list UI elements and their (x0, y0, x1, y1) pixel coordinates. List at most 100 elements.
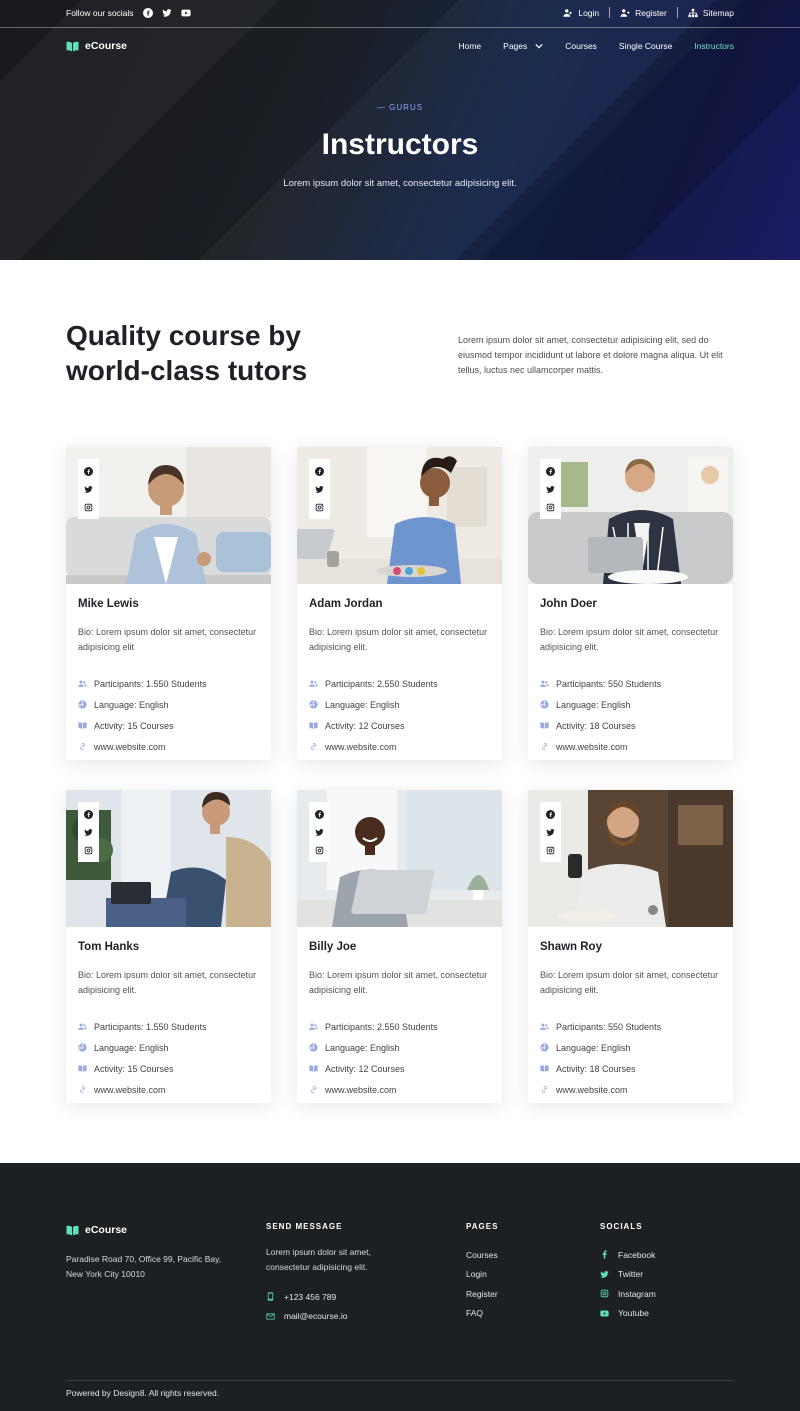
footer-social-twitter[interactable]: Twitter (600, 1265, 656, 1285)
sitemap-icon (688, 8, 698, 17)
twitter-icon[interactable] (546, 828, 555, 837)
activity-row: Activity: 15 Courses (78, 715, 263, 736)
language-row: Language: English (78, 694, 263, 715)
language-row: Language: English (309, 1037, 494, 1058)
footer-link-register[interactable]: Register (466, 1284, 498, 1304)
user-plus-icon (620, 8, 630, 17)
instructor-social-links (309, 459, 330, 519)
participants-text: Participants: 550 Students (556, 678, 662, 689)
footer-pages: PAGES Courses Login Register FAQ (466, 1222, 498, 1323)
activity-text: Activity: 18 Courses (556, 720, 636, 731)
instructor-social-links (78, 802, 99, 862)
website-text: www.website.com (94, 741, 166, 752)
login-link[interactable]: Login (553, 8, 609, 18)
participants-row: Participants: 2.550 Students (309, 673, 494, 694)
footer-link-courses[interactable]: Courses (466, 1245, 498, 1265)
hero-subtitle: Lorem ipsum dolor sit amet, consectetur … (283, 178, 517, 189)
website-row[interactable]: www.website.com (78, 1079, 263, 1100)
facebook-icon[interactable] (315, 466, 324, 476)
sitemap-label: Sitemap (702, 7, 734, 18)
instructor-social-links (309, 802, 330, 862)
instructor-card: Tom Hanks Bio: Lorem ipsum dolor sit ame… (66, 790, 271, 1103)
send-message-text: Lorem ipsum dolor sit amet, consectetur … (266, 1247, 371, 1272)
participants-text: Participants: 1.550 Students (94, 678, 207, 689)
activity-text: Activity: 15 Courses (94, 1063, 174, 1074)
website-row[interactable]: www.website.com (540, 1079, 725, 1100)
instructor-card: John Doer Bio: Lorem ipsum dolor sit ame… (528, 447, 733, 760)
instructor-name[interactable]: Adam Jordan (309, 598, 383, 610)
phone-row[interactable]: +123 456 789 (266, 1287, 416, 1307)
sitemap-link[interactable]: Sitemap (678, 8, 734, 18)
footer-social-facebook[interactable]: Facebook (600, 1245, 656, 1265)
users-icon (540, 1023, 549, 1030)
facebook-icon[interactable] (315, 809, 324, 819)
nav-pages-label: Pages (503, 41, 528, 51)
footer-social-youtube[interactable]: Youtube (600, 1304, 656, 1324)
facebook-icon[interactable] (546, 466, 555, 476)
twitter-label: Twitter (618, 1269, 644, 1280)
facebook-icon (602, 1250, 607, 1259)
instructor-meta: Participants: 1.550 Students Language: E… (78, 1016, 263, 1100)
register-label: Register (635, 7, 667, 18)
intro-text: Lorem ipsum dolor sit amet, consectetur … (458, 335, 723, 375)
users-icon (78, 1023, 87, 1030)
email-row[interactable]: mail@ecourse.io (266, 1307, 416, 1327)
youtube-icon[interactable] (180, 8, 191, 18)
instagram-icon[interactable] (315, 503, 324, 512)
phone-text: +123 456 789 (284, 1291, 337, 1302)
copyright: Powered by Design8. All rights reserved. (66, 1388, 220, 1398)
language-text: Language: English (556, 1042, 631, 1053)
nav-courses[interactable]: Courses (565, 41, 597, 51)
instructor-name[interactable]: Billy Joe (309, 941, 356, 953)
book-icon (78, 1065, 87, 1072)
instructor-name[interactable]: Mike Lewis (78, 598, 139, 610)
nav-pages[interactable]: Pages (503, 41, 543, 51)
nav-home[interactable]: Home (458, 41, 481, 51)
instructor-name[interactable]: Tom Hanks (78, 941, 139, 953)
globe-icon (78, 1043, 87, 1052)
twitter-icon[interactable] (546, 485, 555, 494)
twitter-icon[interactable] (315, 485, 324, 494)
website-row[interactable]: www.website.com (309, 1079, 494, 1100)
twitter-icon[interactable] (84, 828, 93, 837)
footer-brand[interactable]: eCourse (66, 1224, 127, 1236)
website-row[interactable]: www.website.com (540, 736, 725, 757)
footer-link-faq[interactable]: FAQ (466, 1304, 498, 1324)
twitter-icon[interactable] (161, 8, 172, 18)
book-icon (540, 1065, 549, 1072)
register-link[interactable]: Register (610, 8, 677, 18)
instagram-icon[interactable] (546, 846, 555, 855)
facebook-icon[interactable] (546, 809, 555, 819)
twitter-icon[interactable] (315, 828, 324, 837)
facebook-icon[interactable] (142, 8, 153, 18)
send-message-heading: SEND MESSAGE (266, 1222, 343, 1231)
link-icon (80, 1086, 85, 1093)
nav-instructors[interactable]: Instructors (694, 41, 734, 51)
instagram-icon[interactable] (84, 503, 93, 512)
activity-text: Activity: 15 Courses (94, 720, 174, 731)
chevron-down-icon (535, 43, 543, 49)
facebook-icon[interactable] (84, 809, 93, 819)
nav-single-course[interactable]: Single Course (619, 41, 672, 51)
instagram-icon[interactable] (84, 846, 93, 855)
brand-logo[interactable]: eCourse (66, 40, 127, 52)
footer-link-login[interactable]: Login (466, 1265, 498, 1285)
instagram-icon[interactable] (315, 846, 324, 855)
website-text: www.website.com (325, 1084, 397, 1095)
book-icon (309, 722, 318, 729)
twitter-icon[interactable] (84, 485, 93, 494)
globe-icon (540, 700, 549, 709)
globe-icon (309, 700, 318, 709)
brand-name: eCourse (85, 40, 128, 52)
instagram-icon[interactable] (546, 503, 555, 512)
page-title: Instructors (321, 128, 479, 161)
instructor-name[interactable]: Shawn Roy (540, 941, 602, 953)
footer-social-instagram[interactable]: Instagram (600, 1284, 656, 1304)
users-icon (78, 680, 87, 687)
instagram-icon (600, 1290, 609, 1298)
facebook-icon[interactable] (84, 466, 93, 476)
footer-send-message: SEND MESSAGE Lorem ipsum dolor sit amet,… (266, 1222, 416, 1326)
instructor-name[interactable]: John Doer (540, 598, 597, 610)
website-row[interactable]: www.website.com (309, 736, 494, 757)
website-row[interactable]: www.website.com (78, 736, 263, 757)
